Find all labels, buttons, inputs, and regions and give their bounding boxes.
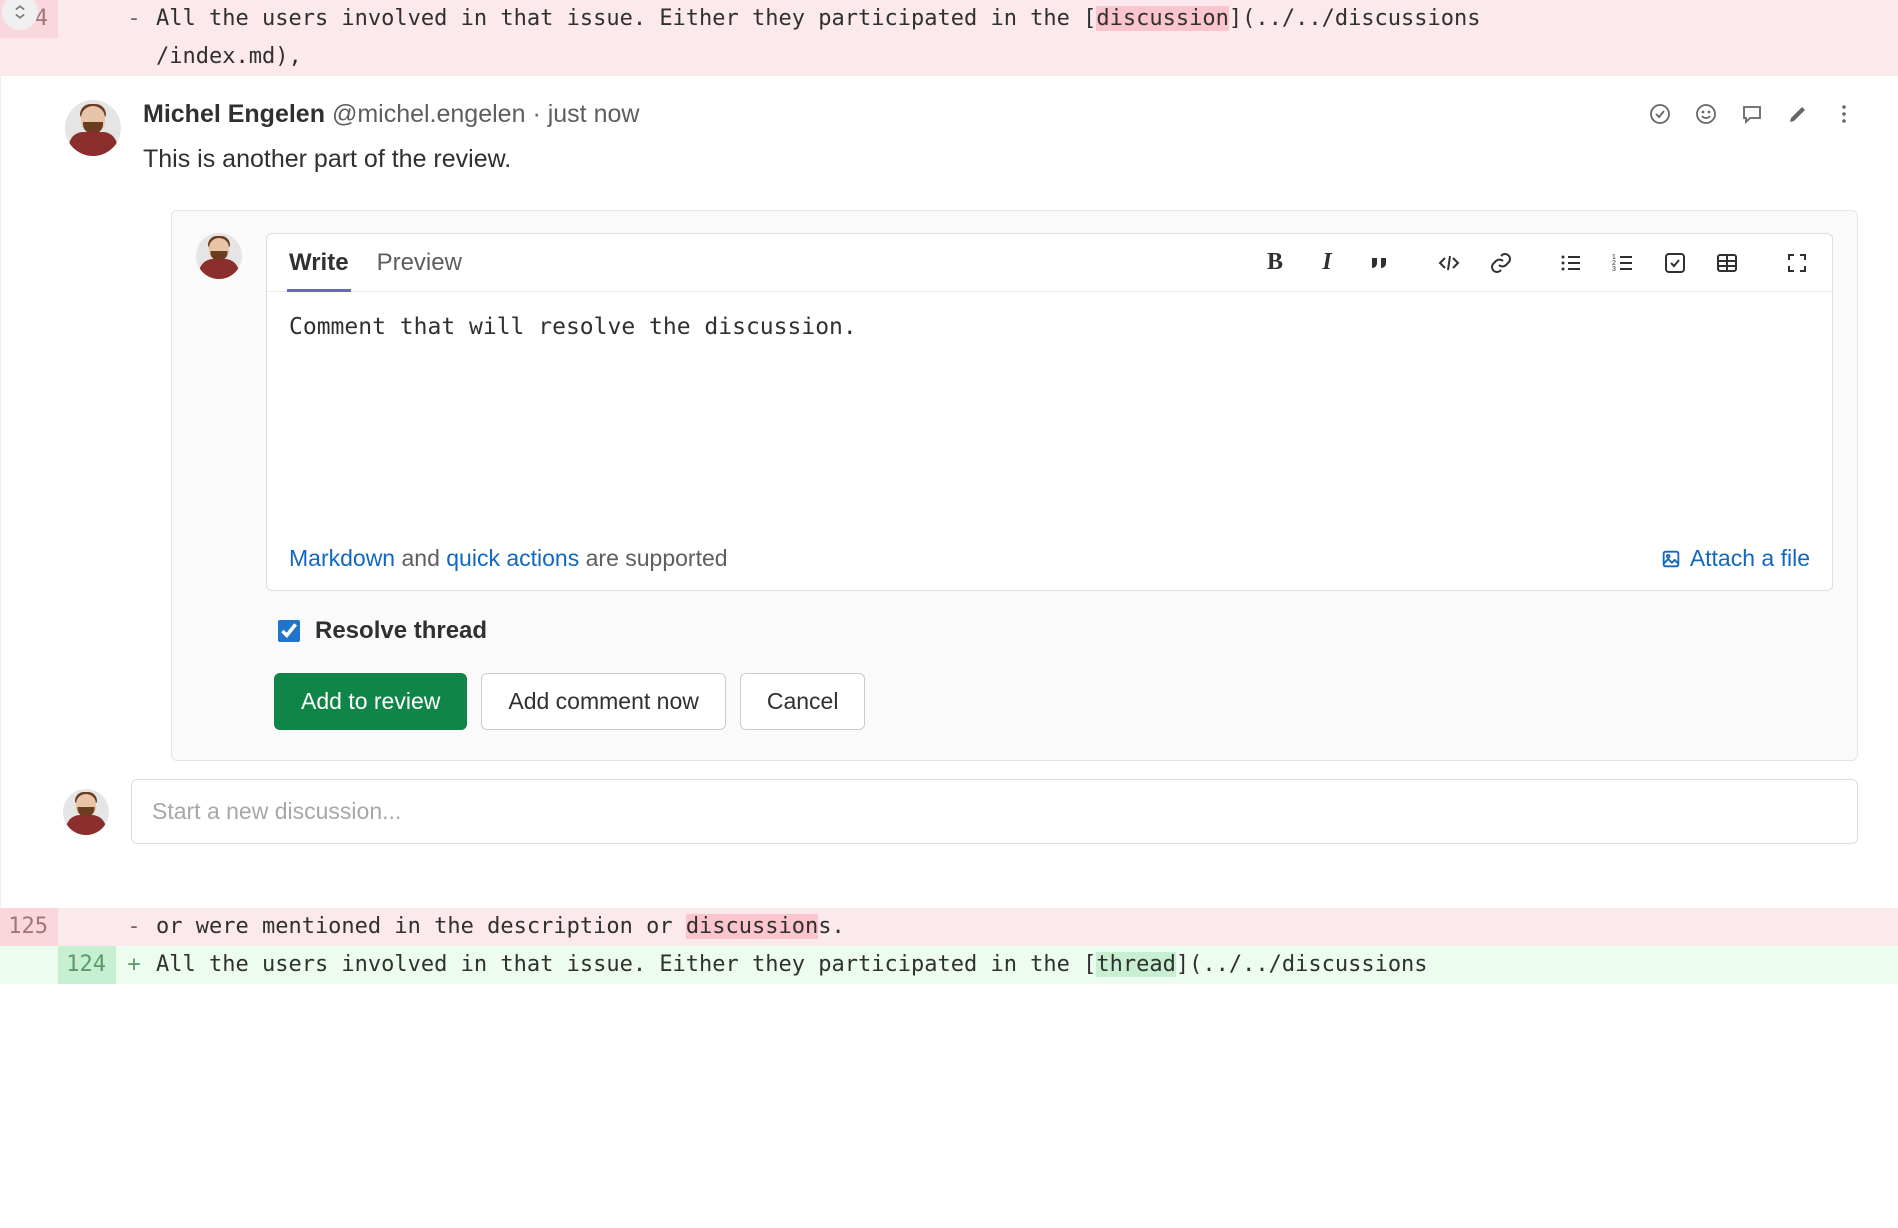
current-user-avatar[interactable] (196, 233, 242, 279)
resolve-thread-label: Resolve thread (315, 617, 487, 645)
new-line-number (58, 0, 116, 38)
editor-toolbar: B I 123 (1262, 250, 1810, 276)
bullet-list-icon[interactable] (1558, 250, 1584, 276)
diff-code: /index.md), (152, 38, 1898, 76)
diff-line-added: 124 + All the users involved in that iss… (0, 946, 1898, 984)
comment-thread: Michel Engelen @michel.engelen · just no… (0, 76, 1898, 908)
quote-icon[interactable] (1366, 250, 1392, 276)
resolve-icon[interactable] (1646, 100, 1674, 128)
link-icon[interactable] (1488, 250, 1514, 276)
comment-timestamp: just now (548, 100, 640, 128)
write-tab[interactable]: Write (289, 235, 349, 291)
quick-actions-link[interactable]: quick actions (446, 545, 579, 571)
add-to-review-button[interactable]: Add to review (274, 673, 467, 730)
more-icon[interactable] (1830, 100, 1858, 128)
svg-text:3: 3 (1612, 266, 1616, 273)
diff-sign: - (116, 908, 152, 946)
edit-icon[interactable] (1784, 100, 1812, 128)
new-line-number: 124 (58, 946, 116, 984)
diff-sign: - (116, 0, 152, 38)
cancel-button[interactable]: Cancel (740, 673, 866, 730)
attach-file-button[interactable]: Attach a file (1660, 545, 1810, 572)
markdown-help-link[interactable]: Markdown (289, 545, 395, 571)
comment-author[interactable]: Michel Engelen (143, 100, 325, 128)
diff-line-removed: 125 - or were mentioned in the descripti… (0, 908, 1898, 946)
comment-textarea[interactable] (267, 292, 1832, 526)
emoji-icon[interactable] (1692, 100, 1720, 128)
preview-tab[interactable]: Preview (377, 235, 462, 291)
task-list-icon[interactable] (1662, 250, 1688, 276)
diff-sign: + (116, 946, 152, 984)
numbered-list-icon[interactable]: 123 (1610, 250, 1636, 276)
reply-icon[interactable] (1738, 100, 1766, 128)
old-line-number: 125 (0, 908, 58, 946)
italic-icon[interactable]: I (1314, 250, 1340, 276)
new-discussion-input[interactable] (131, 779, 1858, 844)
diff-code: or were mentioned in the description or … (152, 908, 1898, 946)
comment-handle[interactable]: @michel.engelen (332, 100, 526, 128)
diff-code: All the users involved in that issue. Ei… (152, 946, 1898, 984)
diff-code: All the users involved in that issue. Ei… (152, 0, 1898, 38)
diff-line-removed-cont: /index.md), (0, 38, 1898, 76)
bold-icon[interactable]: B (1262, 250, 1288, 276)
add-comment-now-button[interactable]: Add comment now (481, 673, 725, 730)
comment-body: This is another part of the review. (143, 129, 1646, 174)
diff-line-removed: 124 - All the users involved in that iss… (0, 0, 1898, 38)
fullscreen-icon[interactable] (1784, 250, 1810, 276)
current-user-avatar-small[interactable] (63, 789, 109, 835)
code-icon[interactable] (1436, 250, 1462, 276)
resolve-thread-checkbox[interactable] (278, 620, 300, 642)
table-icon[interactable] (1714, 250, 1740, 276)
reply-box: Write Preview B I 123 (171, 210, 1858, 761)
commenter-avatar[interactable] (65, 100, 121, 156)
